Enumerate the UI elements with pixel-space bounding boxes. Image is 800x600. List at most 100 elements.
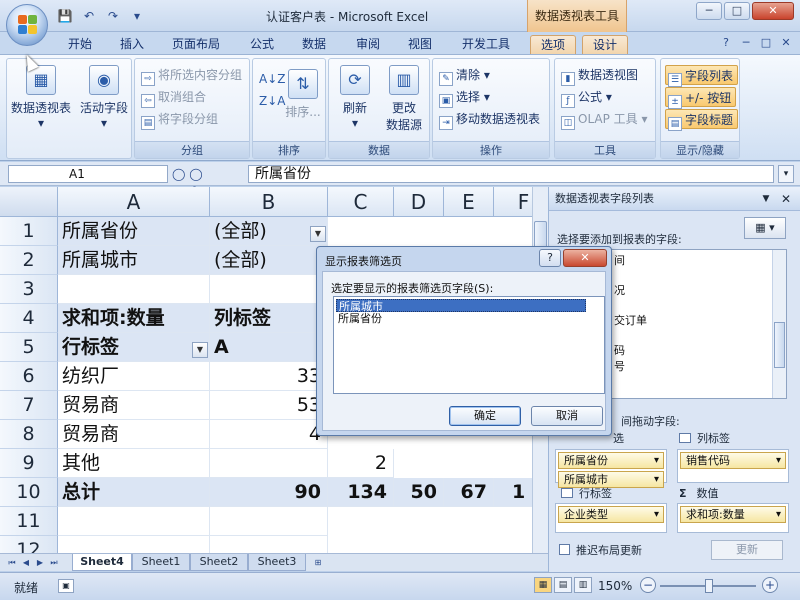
cell-b4[interactable]: 列标签 bbox=[210, 304, 328, 333]
tab-developer[interactable]: 开发工具 bbox=[452, 35, 520, 54]
cell-a2[interactable]: 所属城市 bbox=[58, 246, 210, 275]
sheet-tab[interactable]: Sheet1 bbox=[132, 554, 190, 571]
pane-layout-button[interactable]: ▦ ▾ bbox=[744, 217, 786, 239]
group-selection-button[interactable]: ⇨ 将所选内容分组 bbox=[141, 65, 242, 86]
row-header[interactable]: 12 bbox=[0, 536, 58, 553]
cell-b11[interactable] bbox=[210, 507, 328, 536]
sheet-tab[interactable]: Sheet4 bbox=[72, 554, 132, 571]
pivot-chart-button[interactable]: ▮ 数据透视图 bbox=[561, 65, 638, 86]
cell-b2[interactable]: (全部) bbox=[210, 246, 328, 275]
macro-record-icon[interactable]: ▣ bbox=[58, 579, 74, 593]
group-field-button[interactable]: ▤ 将字段分组 bbox=[141, 109, 218, 130]
defer-update-checkbox[interactable]: 推迟布局更新 bbox=[559, 542, 642, 558]
cell-b5[interactable]: A bbox=[210, 333, 328, 362]
cell-a1[interactable]: 所属省份 bbox=[58, 217, 210, 246]
ribbon-minimize-icon[interactable]: ─ bbox=[738, 36, 754, 50]
sort-az-icon[interactable]: A↓Z bbox=[259, 69, 285, 89]
column-header-b[interactable]: B bbox=[210, 187, 328, 217]
row-chip[interactable]: 企业类型 bbox=[558, 506, 664, 523]
row-filter-dropdown-icon[interactable]: ▼ bbox=[192, 342, 208, 358]
ok-button[interactable]: 确定 bbox=[449, 406, 521, 426]
ribbon-restore-icon[interactable]: □ bbox=[758, 36, 774, 50]
cell-b10[interactable]: 90 bbox=[210, 478, 328, 507]
pivot-table-button[interactable]: ▦ 数据透视表 ▾ bbox=[9, 61, 73, 139]
field-list-toggle[interactable]: ☰ 字段列表 bbox=[665, 65, 739, 87]
zoom-level[interactable]: 150% bbox=[598, 579, 632, 593]
zoom-slider-thumb[interactable] bbox=[705, 579, 713, 593]
minimize-button[interactable]: ─ bbox=[696, 2, 722, 20]
values-area-box[interactable]: 求和项:数量 bbox=[677, 503, 789, 533]
insert-function-button[interactable]: ◯ ◯ fx bbox=[172, 165, 236, 199]
filter-area-box[interactable]: 所属省份 所属城市 bbox=[555, 449, 667, 488]
ribbon-close-icon[interactable]: ✕ bbox=[778, 36, 794, 50]
row-header[interactable]: 10 bbox=[0, 478, 58, 507]
cell-f10[interactable]: 1 bbox=[494, 478, 534, 507]
change-source-button[interactable]: ▥ 更改 数据源 bbox=[379, 61, 429, 139]
dialog-help-button[interactable]: ? bbox=[539, 249, 561, 267]
buttons-toggle[interactable]: ± +/- 按钮 bbox=[665, 87, 737, 109]
row-header[interactable]: 5 bbox=[0, 333, 58, 362]
sheet-tab[interactable]: Sheet3 bbox=[248, 554, 306, 571]
move-pivot-button[interactable]: ⇥ 移动数据透视表 bbox=[439, 109, 540, 130]
row-header[interactable]: 9 bbox=[0, 449, 58, 478]
cell-b8[interactable]: 4 bbox=[210, 420, 328, 449]
row-header[interactable]: 2 bbox=[0, 246, 58, 275]
redo-icon[interactable]: ↷ bbox=[104, 8, 122, 24]
column-header-e[interactable]: E bbox=[444, 187, 494, 217]
first-sheet-icon[interactable]: ⏮ bbox=[6, 556, 18, 569]
select-all-corner[interactable] bbox=[0, 187, 58, 217]
list-item[interactable]: 码 bbox=[614, 342, 625, 358]
list-item[interactable]: 况 bbox=[614, 282, 625, 298]
save-icon[interactable]: 💾 bbox=[56, 8, 74, 24]
list-item[interactable]: 号 bbox=[614, 358, 625, 374]
list-item[interactable]: 所属省份 bbox=[336, 312, 586, 325]
pane-menu-icon[interactable]: ▼ bbox=[758, 191, 774, 207]
column-area-box[interactable]: 销售代码 bbox=[677, 449, 789, 483]
ungroup-button[interactable]: ⇦ 取消组合 bbox=[141, 87, 206, 108]
cell-b7[interactable]: 53 bbox=[210, 391, 328, 420]
cell-b9[interactable] bbox=[210, 449, 328, 478]
cell-b12[interactable] bbox=[210, 536, 328, 553]
tab-view[interactable]: 视图 bbox=[398, 35, 442, 54]
scrollbar-thumb[interactable] bbox=[774, 322, 785, 368]
column-header-d[interactable]: D bbox=[394, 187, 444, 217]
cancel-button[interactable]: 取消 bbox=[531, 406, 603, 426]
maximize-button[interactable]: □ bbox=[724, 2, 750, 20]
cell-a10[interactable]: 总计 bbox=[58, 478, 210, 507]
dialog-close-button[interactable]: ✕ bbox=[563, 249, 607, 267]
tab-options[interactable]: 选项 bbox=[530, 35, 576, 54]
help-icon[interactable]: ? bbox=[718, 36, 734, 50]
clear-button[interactable]: ✎ 清除 ▾ bbox=[439, 65, 490, 86]
cell-d10[interactable]: 50 bbox=[394, 478, 444, 507]
active-field-button[interactable]: ◉ 活动字段 ▾ bbox=[77, 61, 131, 139]
list-item[interactable]: 间 bbox=[614, 252, 625, 268]
select-button[interactable]: ▣ 选择 ▾ bbox=[439, 87, 490, 108]
cell-c10[interactable]: 134 bbox=[328, 478, 394, 507]
tab-design[interactable]: 设计 bbox=[582, 35, 628, 54]
name-box[interactable]: A1 bbox=[8, 165, 168, 183]
cell-a3[interactable] bbox=[58, 275, 210, 304]
olap-tools-button[interactable]: ◫ OLAP 工具 ▾ bbox=[561, 109, 648, 130]
values-chip[interactable]: 求和项:数量 bbox=[680, 506, 786, 523]
cell-a9[interactable]: 其他 bbox=[58, 449, 210, 478]
column-header-a[interactable]: A bbox=[58, 187, 210, 217]
pane-close-icon[interactable]: ✕ bbox=[778, 191, 794, 207]
column-chip[interactable]: 销售代码 bbox=[680, 452, 786, 469]
row-header[interactable]: 8 bbox=[0, 420, 58, 449]
tab-formulas[interactable]: 公式 bbox=[240, 35, 284, 54]
list-item[interactable]: 所属城市 bbox=[336, 299, 586, 313]
row-header[interactable]: 1 bbox=[0, 217, 58, 246]
sheet-tab[interactable]: Sheet2 bbox=[190, 554, 248, 571]
tab-insert[interactable]: 插入 bbox=[110, 35, 154, 54]
cell-e10[interactable]: 67 bbox=[444, 478, 494, 507]
filter-dropdown-icon[interactable]: ▼ bbox=[310, 226, 326, 242]
tab-home[interactable]: 开始 bbox=[58, 35, 102, 54]
row-header[interactable]: 4 bbox=[0, 304, 58, 333]
cell-a12[interactable] bbox=[58, 536, 210, 553]
sort-button[interactable]: ⇅ 排序... bbox=[283, 65, 323, 143]
cell-b6[interactable]: 33 bbox=[210, 362, 328, 391]
page-layout-view-icon[interactable]: ▤ bbox=[554, 577, 572, 593]
normal-view-icon[interactable]: ▦ bbox=[534, 577, 552, 593]
list-item[interactable]: 交订单 bbox=[614, 312, 647, 328]
office-button[interactable] bbox=[6, 4, 48, 46]
